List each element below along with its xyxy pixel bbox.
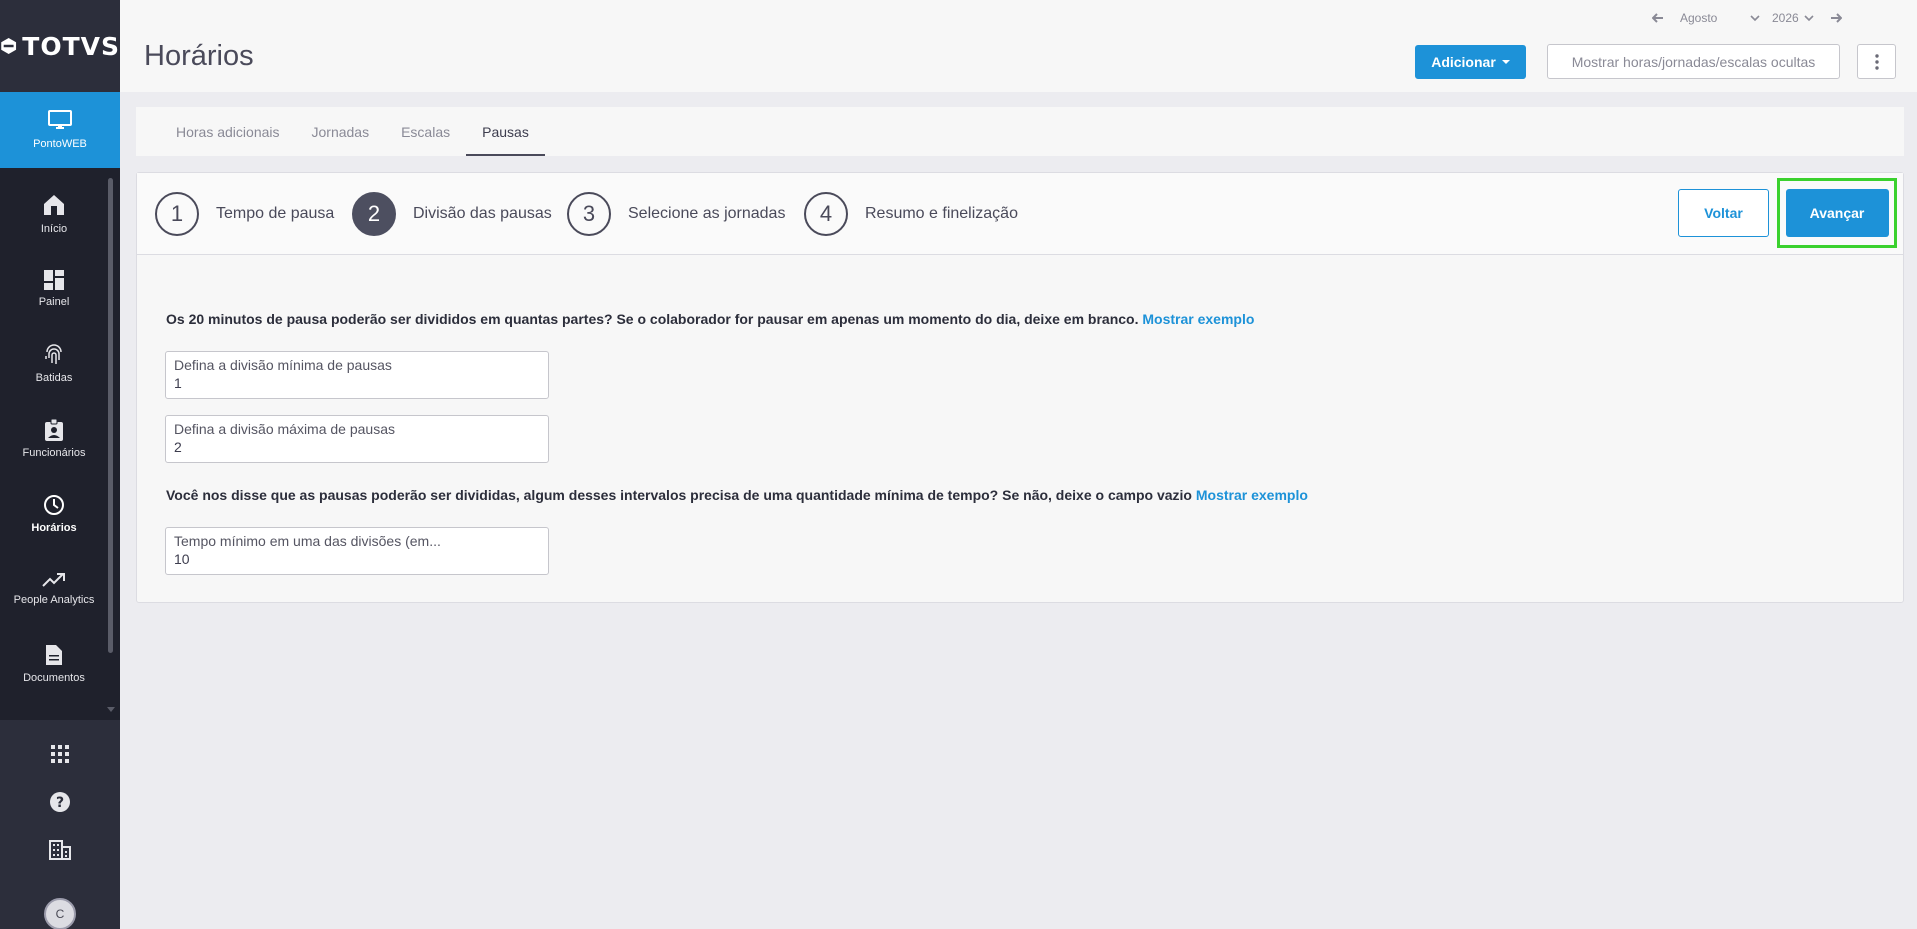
- min-division-label: Defina a divisão mínima de pausas: [174, 357, 392, 373]
- step-number: 1: [155, 192, 199, 236]
- tab-pausas[interactable]: Pausas: [466, 107, 545, 156]
- step-2[interactable]: 2 Divisão das pausas: [352, 192, 552, 236]
- fingerprint-icon: [45, 343, 62, 364]
- scroll-down-arrow-icon[interactable]: [107, 707, 115, 712]
- sidebar-item-horarios[interactable]: Horários: [0, 476, 108, 551]
- document-icon: [46, 644, 62, 665]
- max-division-label: Defina a divisão máxima de pausas: [174, 421, 396, 437]
- sidebar-item-funcionarios[interactable]: Funcionários: [0, 401, 108, 476]
- step-3[interactable]: 3 Selecione as jornadas: [567, 192, 785, 236]
- sidebar-item-label: Batidas: [35, 371, 73, 384]
- step-4[interactable]: 4 Resumo e finelização: [804, 192, 1018, 236]
- svg-text:?: ?: [56, 795, 64, 811]
- next-button-highlight: Avançar: [1777, 178, 1897, 248]
- tabs-bar: Horas adicionais Jornadas Escalas Pausas: [136, 107, 1904, 156]
- wizard-steps: 1 Tempo de pausa 2 Divisão das pausas 3 …: [137, 173, 1903, 255]
- module-pontoweb[interactable]: PontoWEB: [0, 92, 120, 176]
- sidebar-item-documentos[interactable]: Documentos: [0, 626, 108, 701]
- step-label: Divisão das pausas: [413, 205, 552, 222]
- sidebar-item-label: People Analytics: [13, 593, 95, 606]
- help-icon[interactable]: ?: [46, 788, 74, 816]
- next-button[interactable]: Avançar: [1785, 189, 1889, 237]
- wizard-card: 1 Tempo de pausa 2 Divisão das pausas 3 …: [136, 172, 1904, 603]
- apps-grid-icon[interactable]: [46, 740, 74, 768]
- step-number: 3: [567, 192, 611, 236]
- sidebar-item-label: Funcionários: [22, 446, 86, 459]
- min-time-question-text: Você nos disse que as pausas poderão ser…: [166, 487, 1192, 503]
- max-division-input[interactable]: [174, 439, 540, 455]
- show-example-link[interactable]: Mostrar exemplo: [1142, 311, 1254, 327]
- tab-escalas[interactable]: Escalas: [385, 107, 466, 156]
- sidebar-item-label: Documentos: [23, 671, 85, 684]
- more-options-button[interactable]: [1857, 44, 1896, 79]
- add-button-label: Adicionar: [1431, 54, 1496, 70]
- sidebar-nav: Início Painel Batidas Funcionários Horár…: [0, 168, 120, 720]
- min-time-field[interactable]: Tempo mínimo em uma das divisões (em...: [165, 527, 549, 575]
- min-time-input[interactable]: [174, 551, 540, 567]
- min-division-input[interactable]: [174, 375, 540, 391]
- tab-jornadas[interactable]: Jornadas: [296, 107, 386, 156]
- totvs-logo-icon: [1, 37, 17, 55]
- add-button[interactable]: Adicionar: [1415, 45, 1526, 79]
- next-month-arrow-icon[interactable]: [1828, 10, 1844, 26]
- step-label: Tempo de pausa: [216, 205, 335, 222]
- month-select[interactable]: Agosto: [1666, 11, 1748, 25]
- sidebar-item-label: Início: [40, 222, 68, 235]
- module-label: PontoWEB: [33, 138, 87, 150]
- sidebar-item-label: Horários: [31, 521, 77, 534]
- sidebar-bottom: ? C: [0, 720, 120, 929]
- max-division-field[interactable]: Defina a divisão máxima de pausas: [165, 415, 549, 463]
- sidebar: TOTVS PontoWEB Início Painel Batidas Fun…: [0, 0, 120, 929]
- sidebar-item-label: Painel: [38, 295, 70, 308]
- step-label: Resumo e finelização: [865, 205, 1018, 222]
- badge-icon: [45, 418, 63, 441]
- min-time-question: Você nos disse que as pausas poderão ser…: [166, 487, 1308, 503]
- sidebar-item-people-analytics[interactable]: People Analytics: [0, 551, 108, 626]
- logo-text: TOTVS: [22, 31, 120, 61]
- caret-down-icon: [1501, 60, 1510, 64]
- step-number: 4: [804, 192, 848, 236]
- show-example-link[interactable]: Mostrar exemplo: [1196, 487, 1308, 503]
- min-time-label: Tempo mínimo em uma das divisões (em...: [174, 533, 441, 549]
- company-building-icon[interactable]: [46, 836, 74, 864]
- monitor-icon: [48, 110, 72, 129]
- totvs-logo[interactable]: TOTVS: [0, 0, 120, 92]
- trending-up-icon: [42, 572, 65, 587]
- step-1[interactable]: 1 Tempo de pausa: [155, 192, 334, 236]
- more-vertical-icon: [1874, 53, 1879, 70]
- home-icon: [44, 194, 64, 215]
- page-header: Horários Agosto 2026 Adicionar Mostrar h…: [120, 0, 1917, 92]
- sidebar-item-inicio[interactable]: Início: [0, 176, 108, 251]
- tab-horas-adicionais[interactable]: Horas adicionais: [160, 107, 296, 156]
- sidebar-item-batidas[interactable]: Batidas: [0, 326, 108, 401]
- year-select[interactable]: 2026: [1762, 11, 1802, 25]
- chevron-down-icon[interactable]: [1748, 11, 1762, 25]
- chevron-down-icon[interactable]: [1802, 11, 1816, 25]
- step-label: Selecione as jornadas: [628, 205, 786, 222]
- sidebar-item-painel[interactable]: Painel: [0, 251, 108, 326]
- split-question: Os 20 minutos de pausa poderão ser divid…: [166, 311, 1254, 327]
- show-hidden-button[interactable]: Mostrar horas/jornadas/escalas ocultas: [1547, 44, 1840, 79]
- sidebar-scrollbar[interactable]: [108, 178, 113, 653]
- split-question-text: Os 20 minutos de pausa poderão ser divid…: [166, 311, 1139, 327]
- back-button[interactable]: Voltar: [1678, 189, 1769, 237]
- user-avatar[interactable]: C: [44, 898, 76, 929]
- date-navigator: Agosto 2026: [1650, 10, 1844, 26]
- min-division-field[interactable]: Defina a divisão mínima de pausas: [165, 351, 549, 399]
- page-title: Horários: [144, 40, 254, 72]
- dashboard-icon: [44, 269, 64, 290]
- clock-icon: [44, 494, 64, 515]
- step-number: 2: [352, 192, 396, 236]
- previous-month-arrow-icon[interactable]: [1650, 10, 1666, 26]
